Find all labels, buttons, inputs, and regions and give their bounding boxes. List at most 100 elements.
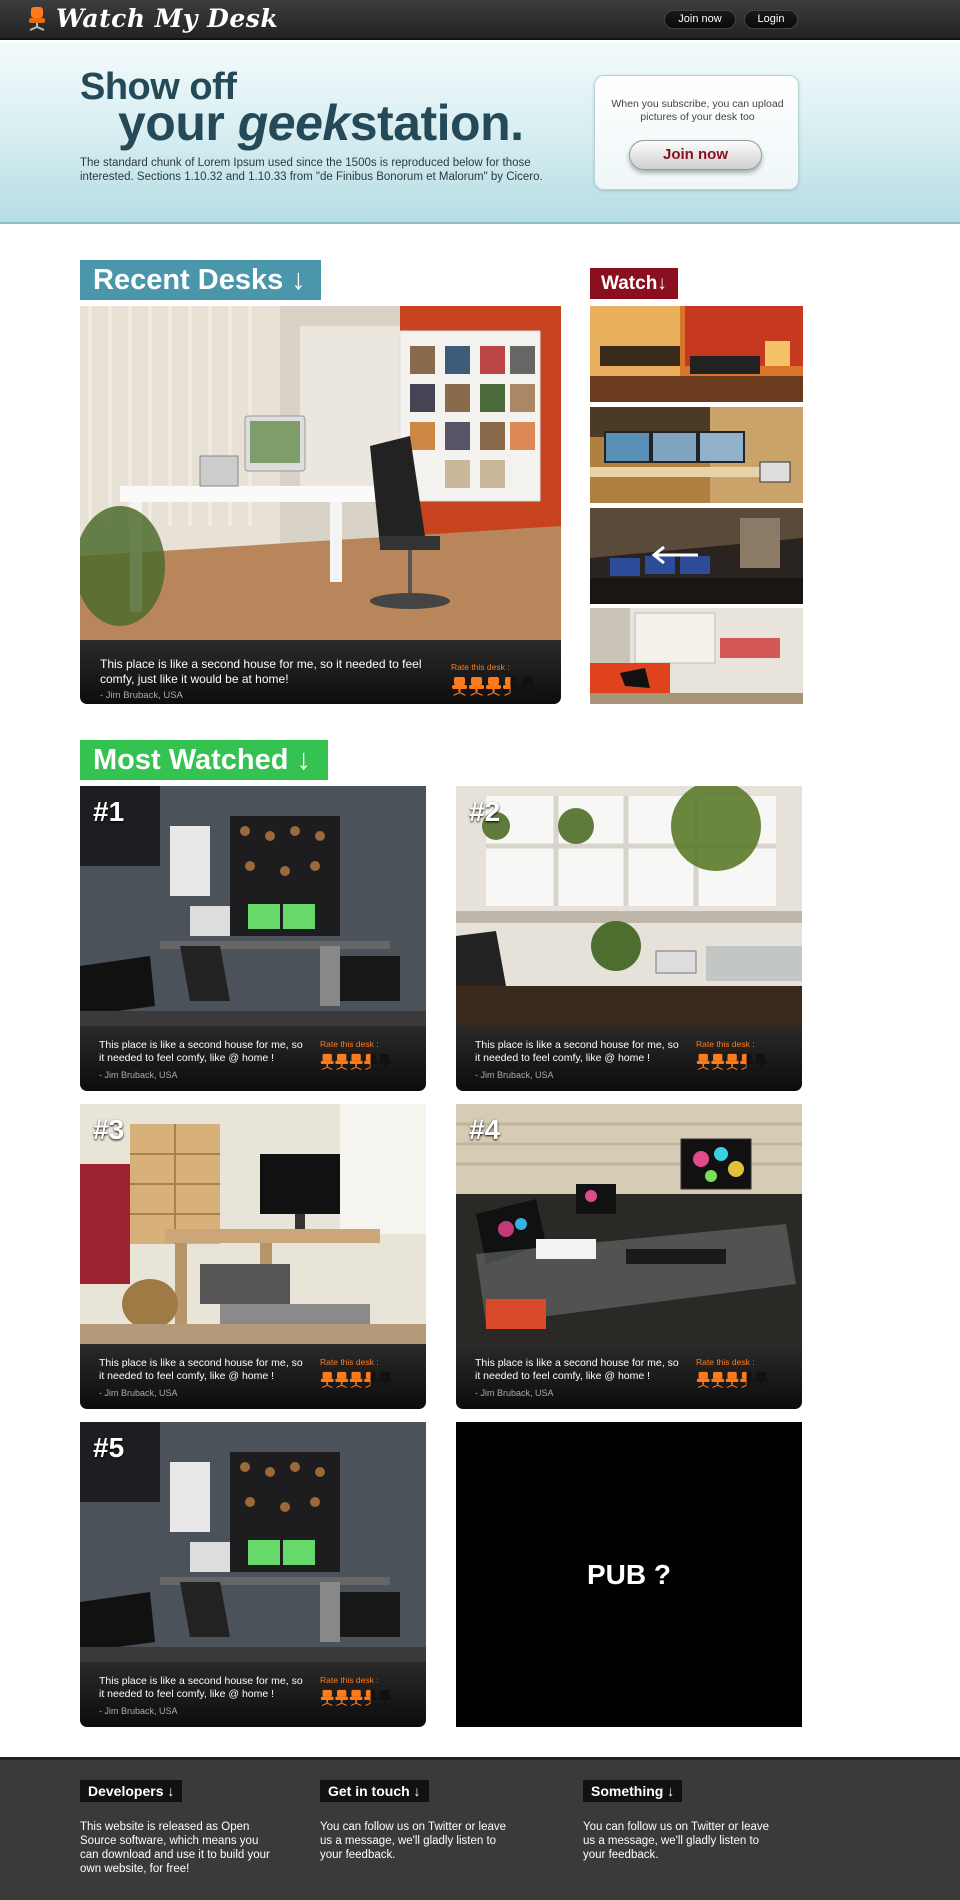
card-quote: This place is like a second house for me… [99,1675,303,1700]
office-chair-icon[interactable] [334,1053,349,1070]
office-chair-icon[interactable] [378,1053,392,1070]
rank-badge: #2 [469,796,501,827]
watch-thumbnail-2[interactable] [590,407,803,503]
featured-desk[interactable]: This place is like a second house for me… [80,306,561,704]
subscribe-text: When you subscribe, you can upload pictu… [611,98,784,123]
office-chair-icon[interactable] [502,676,519,696]
most-watched-card-2[interactable]: #2 This place is like a second house for… [456,786,802,1091]
footer-developers-text: This website is released as Open Source … [80,1821,270,1875]
hero-join-now-button[interactable]: Join now [629,140,762,170]
desk-photo-2[interactable] [456,786,802,1026]
office-chair-icon[interactable] [363,1053,377,1070]
office-chair-icon[interactable] [363,1689,377,1706]
office-chair-icon[interactable] [754,1053,768,1070]
hero-title-your: your [118,95,238,151]
desk-photo-4[interactable] [456,1104,802,1344]
arrow-left-icon[interactable] [650,544,700,566]
subscribe-box: When you subscribe, you can upload pictu… [594,75,799,190]
office-chair-icon[interactable] [754,1371,768,1388]
most-watched-card-1[interactable]: #1 This place is like a second house for… [80,786,426,1091]
featured-desk-photo[interactable] [80,306,561,640]
rank-badge: #4 [469,1114,501,1145]
desk-photo-5[interactable] [80,1422,426,1662]
office-chair-icon[interactable] [349,1689,363,1706]
watch-thumbnail-4[interactable] [590,608,803,704]
most-watched-heading: Most Watched ↓ [80,740,328,780]
featured-rate-label: Rate this desk : [451,662,510,672]
most-watched-card-3[interactable]: #3 This place is like a second house for… [80,1104,426,1409]
recent-desks-heading: Recent Desks ↓ [80,260,321,300]
rating-chairs[interactable] [696,1053,768,1070]
office-chair-icon[interactable] [519,676,536,696]
hero-title-line-2: your geekstation. [118,94,524,152]
office-chair-icon[interactable] [378,1371,392,1388]
card-quote: This place is like a second house for me… [475,1039,679,1064]
logo-text: Watch My Desk [56,4,279,33]
office-chair-icon[interactable] [334,1689,349,1706]
rating-chairs[interactable] [320,1053,392,1070]
featured-quote: This place is like a second house for me… [100,657,422,686]
card-author: - Jim Bruback, USA [99,1388,178,1398]
office-chair-icon[interactable] [710,1053,725,1070]
featured-author: - Jim Bruback, USA [100,690,183,701]
most-watched-card-4[interactable]: #4 This place is like a second house for… [456,1104,802,1409]
card-quote: This place is like a second house for me… [99,1039,303,1064]
watch-thumbnail-3[interactable] [590,508,803,604]
office-chair-icon[interactable] [320,1689,334,1706]
office-chair-icon[interactable] [320,1371,334,1388]
office-chair-icon[interactable] [710,1371,725,1388]
card-caption: This place is like a second house for me… [80,1026,426,1091]
office-chair-icon[interactable] [485,676,502,696]
ad-placeholder[interactable]: PUB ? [456,1422,802,1727]
rating-chairs[interactable] [320,1371,392,1388]
card-caption: This place is like a second house for me… [456,1344,802,1409]
rating-chairs[interactable] [696,1371,768,1388]
rank-badge: #5 [93,1432,125,1463]
top-navigation-bar: Watch My Desk Join now Login [0,0,960,40]
card-rate-label: Rate this desk : [320,1039,379,1049]
rank-badge: #1 [93,796,125,827]
office-chair-icon[interactable] [468,676,485,696]
card-caption: This place is like a second house for me… [80,1344,426,1409]
footer-developers: Developers ↓ This website is released as… [80,1780,280,1876]
office-chair-icon[interactable] [725,1053,739,1070]
office-chair-icon[interactable] [451,676,468,696]
card-quote: This place is like a second house for me… [475,1357,679,1382]
office-chair-icon[interactable] [739,1371,753,1388]
office-chair-icon[interactable] [334,1371,349,1388]
footer: Developers ↓ This website is released as… [0,1757,960,1900]
rating-chairs[interactable] [451,676,536,696]
card-caption: This place is like a second house for me… [456,1026,802,1091]
office-chair-icon[interactable] [320,1053,334,1070]
desk-photo-1[interactable] [80,786,426,1026]
office-chair-icon[interactable] [349,1053,363,1070]
card-author: - Jim Bruback, USA [99,1070,178,1080]
footer-get-in-touch-heading: Get in touch ↓ [320,1780,429,1802]
hero-title-station: station. [349,95,524,151]
site-logo[interactable]: Watch My Desk [26,4,278,33]
card-rate-label: Rate this desk : [696,1039,755,1049]
office-chair-icon[interactable] [739,1053,753,1070]
rating-chairs[interactable] [320,1689,392,1706]
office-chair-icon[interactable] [696,1053,710,1070]
footer-something-text: You can follow us on Twitter or leave us… [583,1821,770,1861]
desk-photo-3[interactable] [80,1104,426,1344]
office-chair-icon[interactable] [378,1689,392,1706]
office-chair-icon[interactable] [363,1371,377,1388]
watch-thumbnail-1[interactable] [590,306,803,402]
card-rate-label: Rate this desk : [696,1357,755,1367]
hero-banner: Show off your geekstation. The standard … [0,42,960,224]
login-button[interactable]: Login [744,10,798,29]
rank-badge: #3 [93,1114,125,1145]
office-chair-icon[interactable] [349,1371,363,1388]
join-now-button[interactable]: Join now [664,10,736,29]
watch-heading: Watch↓ [590,268,678,299]
office-chair-icon[interactable] [696,1371,710,1388]
hero-description: The standard chunk of Lorem Ipsum used s… [80,157,543,183]
footer-get-in-touch: Get in touch ↓ You can follow us on Twit… [320,1780,520,1862]
card-author: - Jim Bruback, USA [475,1388,554,1398]
office-chair-icon[interactable] [725,1371,739,1388]
most-watched-card-5[interactable]: #5 This place is like a second house for… [80,1422,426,1727]
featured-caption: This place is like a second house for me… [80,640,561,704]
card-rate-label: Rate this desk : [320,1357,379,1367]
